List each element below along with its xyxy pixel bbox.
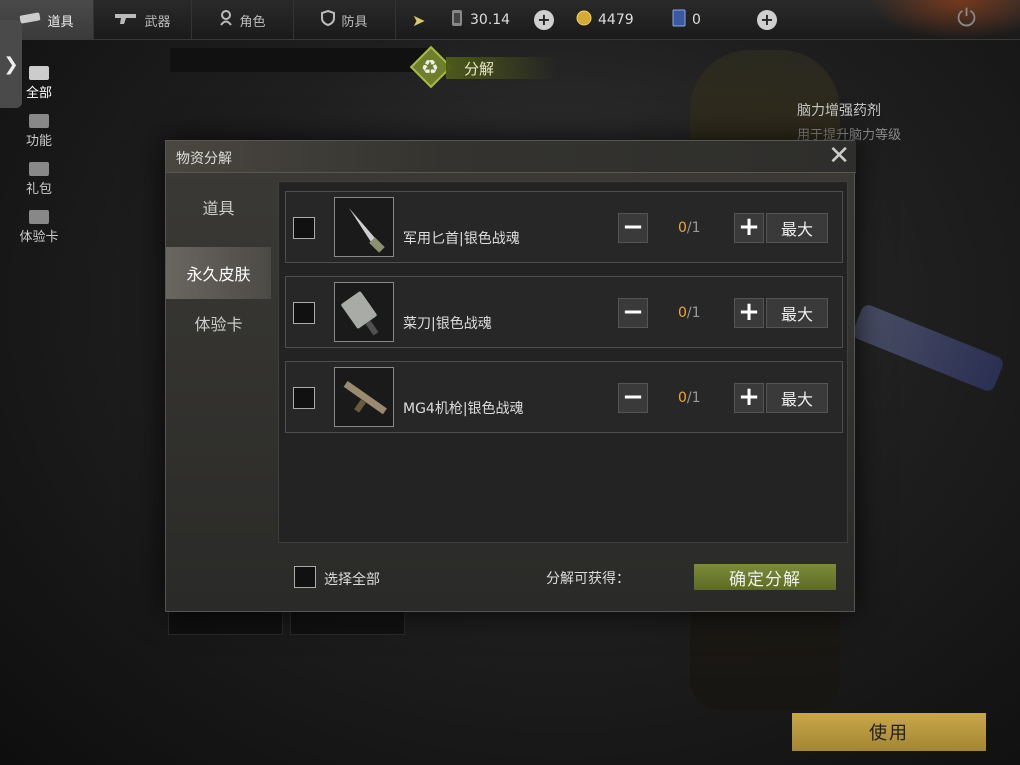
use-button[interactable]: 使用 bbox=[792, 713, 986, 751]
add-card-button[interactable]: + bbox=[757, 10, 777, 30]
modal-title-bar: 物资分解 ✕ bbox=[166, 141, 856, 173]
decompose-modal: 物资分解 ✕ 道具 永久皮肤 体验卡 军用匕首|银色战魂 − 0/1 + 最大 bbox=[165, 140, 856, 612]
gun-icon bbox=[114, 11, 138, 29]
character-weapon bbox=[850, 302, 1006, 394]
power-icon[interactable]: ⏻ bbox=[957, 4, 976, 32]
add-energy-button[interactable]: + bbox=[534, 10, 554, 30]
machine-gun-icon bbox=[334, 367, 394, 427]
item-list-panel: 军用匕首|银色战魂 − 0/1 + 最大 菜刀|银色战魂 − 0/1 + 最大 … bbox=[278, 181, 848, 543]
play-arrow-icon: ➤ bbox=[412, 10, 426, 30]
potion-icon bbox=[450, 9, 464, 31]
decrease-button[interactable]: − bbox=[618, 213, 648, 243]
modal-title: 物资分解 bbox=[176, 151, 232, 167]
tab-label: 角色 bbox=[239, 14, 266, 30]
item-name: MG4机枪|银色战魂 bbox=[403, 401, 524, 417]
confirm-decompose-button[interactable]: 确定分解 bbox=[694, 564, 836, 590]
decrease-button[interactable]: − bbox=[618, 383, 648, 413]
item-checkbox[interactable] bbox=[293, 302, 315, 324]
top-bar: 道具 武器 角色 防具 ➤ 30.14 + 4479 0 + ⏻ bbox=[0, 0, 1020, 40]
increase-button[interactable]: + bbox=[734, 213, 764, 243]
item-icon bbox=[19, 12, 41, 28]
all-items-icon bbox=[29, 66, 49, 80]
gold-counter: 4479 bbox=[576, 0, 634, 40]
increase-button[interactable]: + bbox=[734, 383, 764, 413]
tab-label: 武器 bbox=[144, 14, 171, 30]
select-all-checkbox[interactable] bbox=[294, 566, 316, 588]
tab-label: 防具 bbox=[341, 14, 368, 30]
function-icon bbox=[29, 114, 49, 128]
ticket-icon bbox=[29, 210, 49, 224]
side-item-label: 礼包 bbox=[25, 182, 52, 197]
energy-resource: ➤ bbox=[412, 0, 425, 40]
select-all-label: 选择全部 bbox=[324, 572, 380, 588]
side-item-all[interactable]: 全部 bbox=[18, 66, 60, 101]
gift-box-icon bbox=[29, 162, 49, 176]
tab-weapons[interactable]: 武器 bbox=[94, 0, 192, 40]
side-item-gift[interactable]: 礼包 bbox=[18, 162, 60, 197]
side-item-label: 全部 bbox=[25, 86, 52, 101]
item-name: 菜刀|银色战魂 bbox=[403, 316, 492, 332]
decompose-button[interactable]: ♻ 分解 bbox=[409, 45, 556, 89]
modal-tab-label: 永久皮肤 bbox=[186, 265, 251, 284]
quantity: 0/1 bbox=[678, 305, 701, 321]
chevron-right-icon: ❯ bbox=[3, 53, 19, 75]
detail-item-name: 脑力增强药剂 bbox=[797, 103, 881, 119]
close-icon[interactable]: ✕ bbox=[828, 142, 850, 170]
gold-value: 4479 bbox=[598, 12, 634, 28]
tab-label: 道具 bbox=[47, 14, 74, 30]
modal-tab-label: 道具 bbox=[202, 199, 235, 218]
side-item-label: 功能 bbox=[25, 134, 52, 149]
card-icon bbox=[672, 9, 686, 31]
increase-button[interactable]: + bbox=[734, 298, 764, 328]
max-button[interactable]: 最大 bbox=[766, 298, 828, 328]
dagger-icon bbox=[334, 197, 394, 257]
decompose-label: 分解 bbox=[464, 60, 495, 78]
energy-counter: 30.14 bbox=[450, 0, 510, 40]
modal-tab-label: 体验卡 bbox=[194, 315, 243, 334]
sub-header-strip bbox=[170, 48, 430, 72]
quantity: 0/1 bbox=[678, 220, 701, 236]
side-item-function[interactable]: 功能 bbox=[18, 114, 60, 149]
item-checkbox[interactable] bbox=[293, 387, 315, 409]
side-item-label: 体验卡 bbox=[19, 230, 59, 245]
character-icon bbox=[219, 10, 233, 30]
max-button[interactable]: 最大 bbox=[766, 213, 828, 243]
card-value: 0 bbox=[692, 12, 701, 28]
gold-coin-icon bbox=[576, 10, 592, 30]
list-item: 菜刀|银色战魂 − 0/1 + 最大 bbox=[285, 276, 843, 348]
side-item-trial-card[interactable]: 体验卡 bbox=[18, 210, 60, 245]
cleaver-icon bbox=[334, 282, 394, 342]
modal-tab-trial-cards[interactable]: 体验卡 bbox=[166, 297, 271, 349]
recycle-icon: ♻ bbox=[421, 55, 439, 79]
quantity: 0/1 bbox=[678, 390, 701, 406]
modal-tab-items[interactable]: 道具 bbox=[166, 181, 271, 233]
item-checkbox[interactable] bbox=[293, 217, 315, 239]
obtain-label: 分解可获得： bbox=[546, 571, 630, 587]
modal-tab-permanent-skins[interactable]: 永久皮肤 bbox=[166, 247, 271, 299]
list-item: MG4机枪|银色战魂 − 0/1 + 最大 bbox=[285, 361, 843, 433]
list-item: 军用匕首|银色战魂 − 0/1 + 最大 bbox=[285, 191, 843, 263]
item-name: 军用匕首|银色战魂 bbox=[403, 231, 520, 247]
armor-icon bbox=[321, 9, 336, 30]
decrease-button[interactable]: − bbox=[618, 298, 648, 328]
max-button[interactable]: 最大 bbox=[766, 383, 828, 413]
tab-character[interactable]: 角色 bbox=[192, 0, 294, 40]
energy-value: 30.14 bbox=[470, 12, 511, 28]
card-counter: 0 bbox=[672, 0, 701, 40]
tab-armor[interactable]: 防具 bbox=[294, 0, 396, 40]
